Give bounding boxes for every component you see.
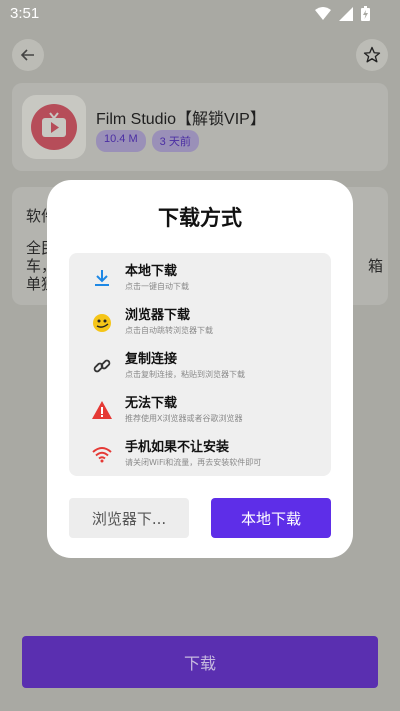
warning-icon	[89, 397, 115, 423]
back-button[interactable]	[12, 39, 44, 71]
download-icon	[89, 265, 115, 291]
option-title: 本地下载	[125, 264, 178, 279]
description-line: 箱	[368, 257, 384, 275]
option-copy-link[interactable]: 复制连接 点击复制连接，粘贴到浏览器下载	[89, 351, 331, 395]
favorite-button[interactable]	[356, 39, 388, 71]
option-title: 手机如果不让安装	[125, 440, 230, 455]
size-badge: 10.4 M	[96, 130, 146, 152]
wifi-icon	[89, 441, 115, 467]
option-title: 复制连接	[125, 352, 178, 367]
status-bar: 3:51	[0, 0, 400, 30]
option-browser-download[interactable]: 浏览器下载 点击自动跳转浏览器下载	[89, 307, 331, 351]
download-method-dialog: 下载方式 本地下载 点击一键自动下载 浏览器下载 点击自动跳转浏览器下载 复制连…	[47, 180, 353, 558]
option-desc: 推荐使用X浏览器或者谷歌浏览器	[125, 414, 243, 423]
status-time: 3:51	[10, 5, 40, 22]
signal-icon	[339, 6, 353, 21]
option-install-blocked[interactable]: 手机如果不让安装 请关闭WiFi和流量，再去安装软件即可	[89, 439, 331, 483]
arrow-left-icon	[20, 49, 34, 61]
star-icon	[363, 46, 381, 63]
link-icon	[89, 353, 115, 379]
option-desc: 点击复制连接，粘贴到浏览器下载	[125, 370, 245, 379]
battery-charging-icon	[361, 6, 370, 21]
option-title: 浏览器下载	[125, 308, 191, 323]
app-title: Film Studio【解锁VIP】	[96, 111, 266, 128]
option-local-download[interactable]: 本地下载 点击一键自动下载	[89, 263, 331, 307]
dialog-title: 下载方式	[158, 206, 242, 230]
browser-download-button[interactable]: 浏览器下...	[69, 498, 189, 538]
app-info-card: Film Studio【解锁VIP】 10.4 M 3 天前	[12, 83, 388, 171]
option-cannot-download[interactable]: 无法下载 推荐使用X浏览器或者谷歌浏览器	[89, 395, 331, 439]
wifi-icon	[315, 6, 331, 20]
option-desc: 点击一键自动下载	[125, 282, 189, 291]
browser-bird-icon	[89, 309, 115, 335]
app-icon	[22, 95, 86, 159]
option-desc: 请关闭WiFi和流量，再去安装软件即可	[125, 458, 262, 467]
local-download-button[interactable]: 本地下载	[211, 498, 331, 538]
option-desc: 点击自动跳转浏览器下载	[125, 326, 213, 335]
option-title: 无法下载	[125, 396, 178, 411]
download-button[interactable]: 下载	[22, 636, 378, 688]
download-options-list: 本地下载 点击一键自动下载 浏览器下载 点击自动跳转浏览器下载 复制连接 点击复…	[69, 253, 331, 476]
updated-badge: 3 天前	[151, 130, 199, 152]
tv-play-icon	[31, 104, 77, 150]
